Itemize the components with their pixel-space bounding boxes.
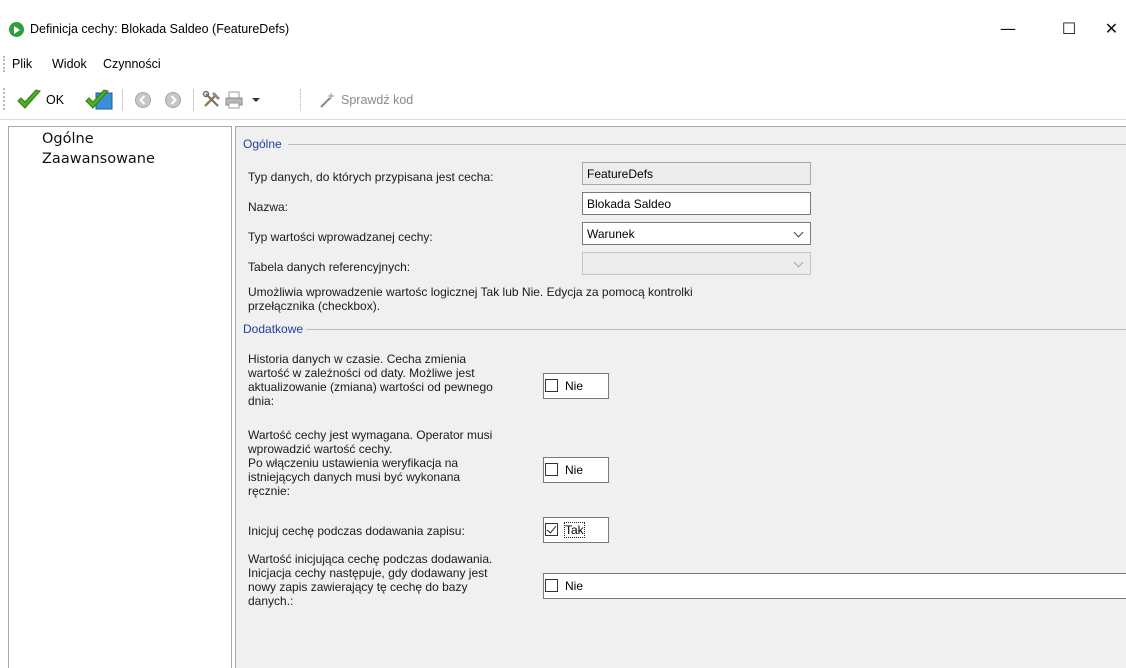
arrow-right-icon [165, 92, 181, 108]
name-value: Blokada Saldeo [587, 197, 672, 211]
window-title: Definicja cechy: Blokada Saldeo (Feature… [30, 22, 290, 36]
name-input[interactable]: Blokada Saldeo [582, 192, 811, 215]
init-on-add-checkbox-field[interactable]: Tak [543, 517, 609, 543]
data-type-value: FeatureDefs [587, 167, 654, 181]
ref-table-select[interactable] [582, 252, 811, 275]
type-description-line2: przełącznika (checkbox). [248, 299, 381, 313]
toolbar-separator [300, 89, 301, 111]
init-value-checkbox[interactable] [545, 579, 558, 592]
init-value-label-line4: danych.: [248, 594, 294, 608]
required-label-line5: ręcznie: [248, 484, 291, 498]
title-bar: Definicja cechy: Blokada Saldeo (Feature… [0, 0, 1126, 50]
tools-icon [202, 90, 220, 107]
value-type-label: Typ wartości wprowadzanej cechy: [248, 230, 433, 244]
minimize-button[interactable]: — [985, 14, 1031, 44]
init-value-label-line3: nowy zapis zawierający tę cechę do bazy [248, 580, 468, 594]
nav-pane: Ogólne Zaawansowane [8, 126, 232, 668]
previous-button[interactable] [133, 86, 153, 114]
init-on-add-value: Tak [564, 522, 585, 538]
history-value: Nie [565, 379, 584, 393]
toolbar: OK Sprawdź kod [0, 80, 1126, 120]
group-additional-legend: Dodatkowe [243, 322, 304, 336]
nav-item-zaawansowane[interactable]: Zaawansowane [42, 151, 155, 167]
history-label-line1: Historia danych w czasie. Cecha zmienia [248, 352, 467, 366]
history-checkbox[interactable] [545, 379, 558, 392]
required-value: Nie [565, 463, 584, 477]
menu-widok[interactable]: Widok [52, 57, 87, 71]
checkmark-apply-icon [85, 89, 113, 110]
tools-button[interactable] [201, 86, 223, 114]
menu-grip [3, 56, 5, 72]
menu-plik[interactable]: Plik [12, 57, 32, 71]
required-checkbox[interactable] [545, 463, 558, 476]
value-type-value: Warunek [587, 227, 635, 241]
toolbar-separator [193, 89, 194, 111]
init-value-checkbox-field[interactable]: Nie [543, 573, 1126, 599]
printer-icon [225, 91, 243, 109]
magic-wand-icon [320, 92, 335, 108]
check-code-label: Sprawdź kod [341, 93, 414, 107]
toolbar-grip [3, 88, 5, 110]
toolbar-separator [122, 89, 123, 111]
required-label-line1: Wartość cechy jest wymagana. Operator mu… [248, 428, 493, 442]
menu-bar: Plik Widok Czynności [0, 50, 1126, 78]
value-type-select[interactable]: Warunek [582, 222, 811, 245]
close-button[interactable]: ✕ [1097, 14, 1126, 44]
ok-apply-button[interactable] [84, 86, 114, 114]
app-icon [9, 22, 24, 37]
nav-item-ogolne[interactable]: Ogólne [42, 131, 94, 147]
checkmark-icon [17, 89, 41, 109]
history-checkbox-field[interactable]: Nie [543, 373, 609, 399]
menu-czynnosci[interactable]: Czynności [103, 57, 161, 71]
ok-label: OK [46, 93, 65, 107]
group-divider [288, 144, 1126, 145]
maximize-button[interactable]: ☐ [1046, 14, 1092, 44]
name-label: Nazwa: [248, 200, 289, 214]
history-label-line4: dnia: [248, 394, 275, 408]
data-type-field: FeatureDefs [582, 162, 811, 185]
ref-table-label: Tabela danych referencyjnych: [248, 260, 411, 274]
print-dropdown-button[interactable] [249, 86, 263, 114]
init-on-add-label: Inicjuj cechę podczas dodawania zapisu: [248, 524, 465, 538]
ok-button[interactable]: OK [16, 86, 64, 114]
print-button[interactable] [223, 86, 245, 114]
details-pane: Ogólne Typ danych, do których przypisana… [235, 126, 1126, 668]
required-label-line2: wprowadzić wartość cechy. [248, 442, 393, 456]
history-label-line2: wartość w zależności od daty. Możliwe je… [248, 366, 475, 380]
required-label-line3: Po włączeniu ustawienia weryfikacja na [248, 456, 459, 470]
check-code-button[interactable]: Sprawdź kod [317, 86, 413, 114]
chevron-down-icon [252, 98, 260, 102]
required-checkbox-field[interactable]: Nie [543, 457, 609, 483]
init-value-label-line2: Inicjacja cechy następuje, gdy dodawany … [248, 566, 488, 580]
group-divider [306, 329, 1126, 330]
required-label-line4: istniejących danych musi być wykonana [248, 470, 461, 484]
init-value-label-line1: Wartość inicjująca cechę podczas dodawan… [248, 552, 493, 566]
arrow-left-icon [135, 92, 151, 108]
group-general-legend: Ogólne [243, 137, 282, 151]
next-button[interactable] [163, 86, 183, 114]
history-label-line3: aktualizowanie (zmiana) wartości od pewn… [248, 380, 493, 394]
type-description-line1: Umożliwia wprowadzenie wartośc logicznej… [248, 285, 693, 299]
init-on-add-checkbox[interactable] [545, 523, 558, 536]
data-type-label: Typ danych, do których przypisana jest c… [248, 170, 494, 184]
init-value-value: Nie [565, 579, 584, 593]
